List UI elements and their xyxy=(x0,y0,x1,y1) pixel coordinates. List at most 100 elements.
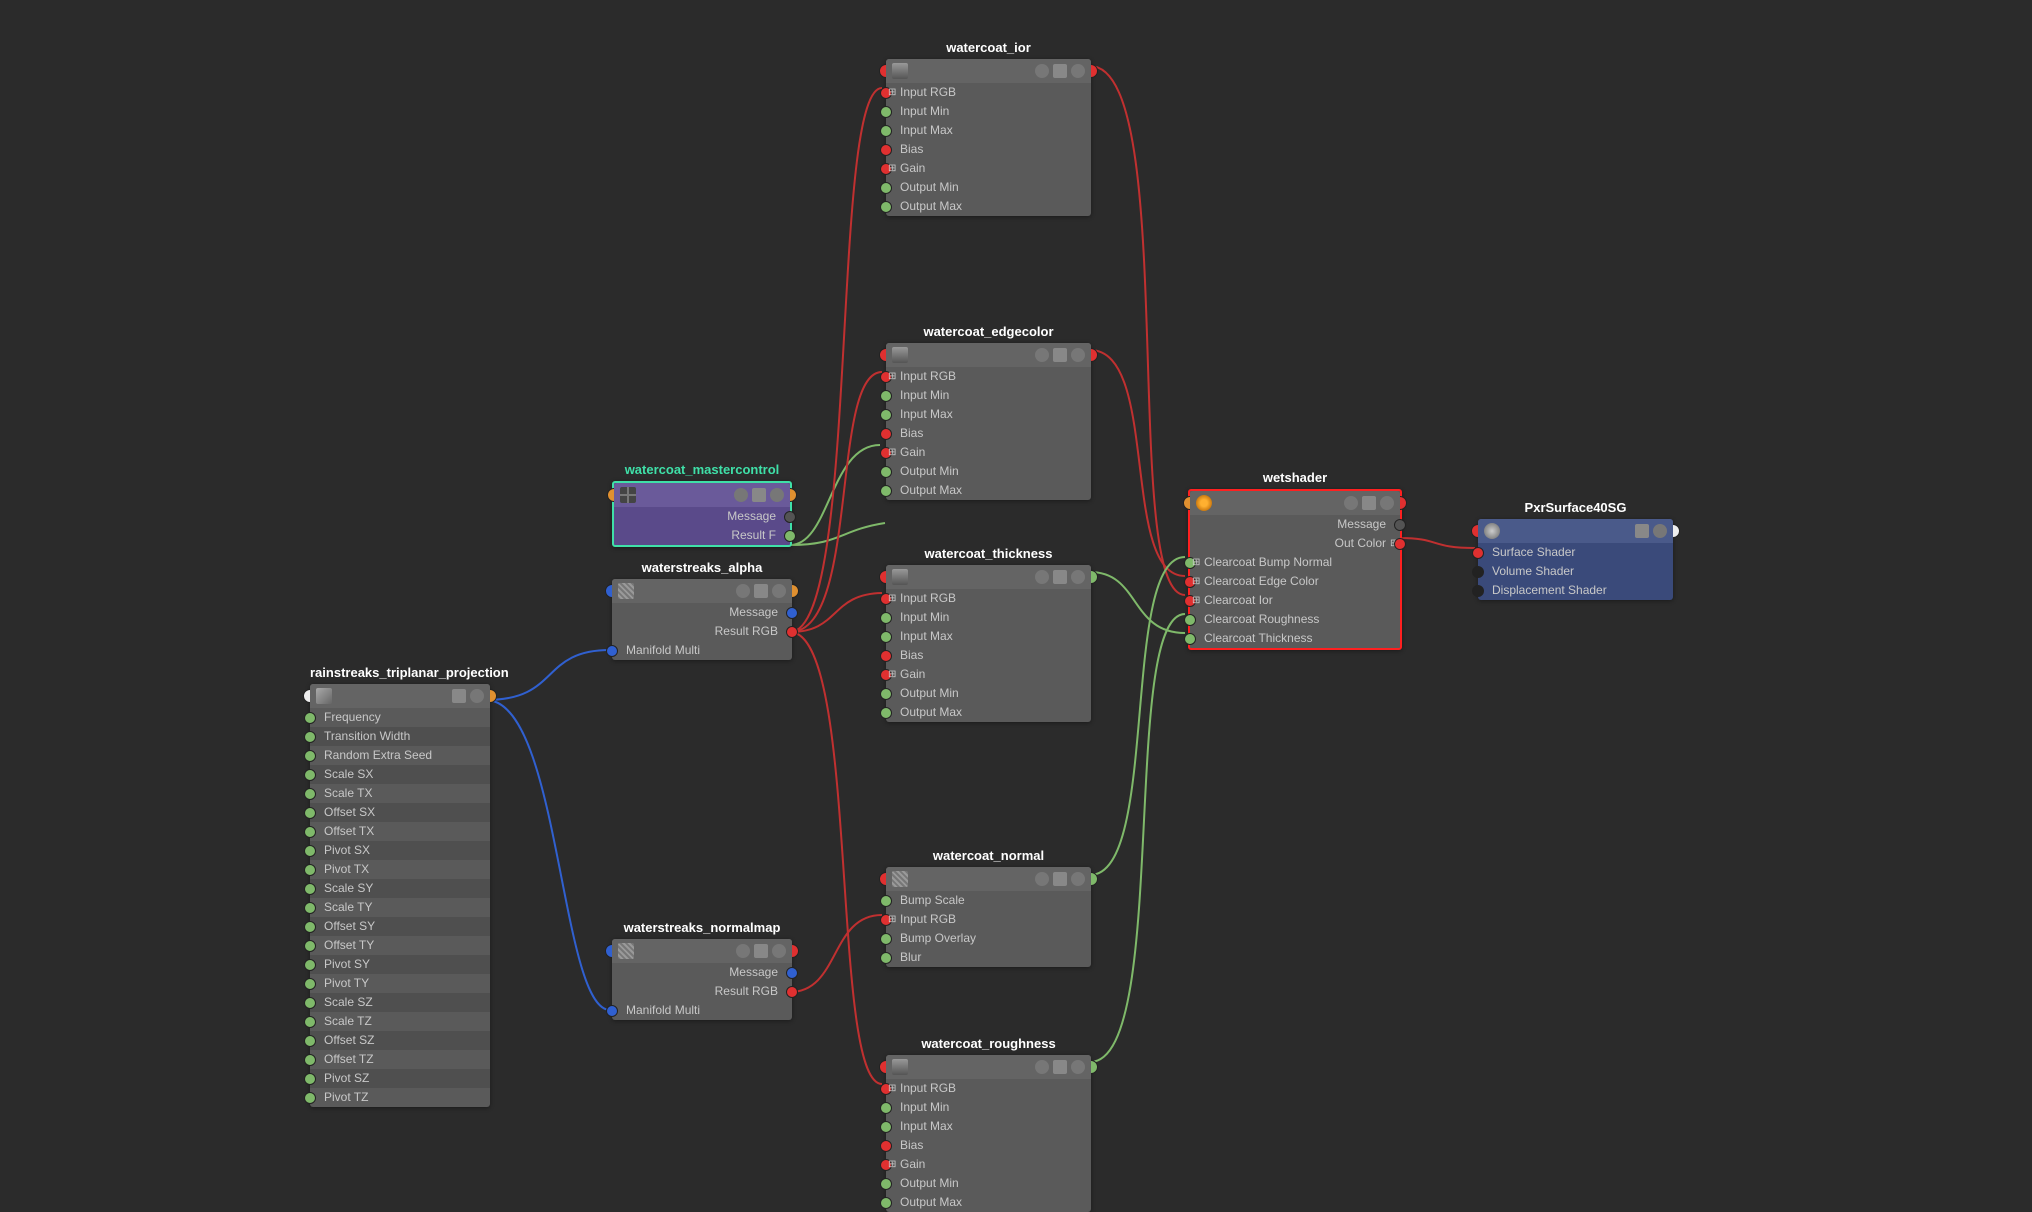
param-pivot-sz: Pivot SZ xyxy=(310,1069,490,1088)
param-gain: ⊞Gain xyxy=(886,665,1091,684)
menu-icon[interactable] xyxy=(1053,348,1067,362)
node-header[interactable] xyxy=(612,579,792,603)
param-pivot-tz: Pivot TZ xyxy=(310,1088,490,1107)
param-output-min: Output Min xyxy=(886,1174,1091,1193)
node-waterstreaks-alpha[interactable]: waterstreaks_alpha Message Result RGB Ma… xyxy=(612,560,792,660)
remap-icon xyxy=(892,569,908,585)
node-title: watercoat_mastercontrol xyxy=(612,462,792,477)
collapse-icon[interactable] xyxy=(1071,1060,1085,1074)
s-icon[interactable] xyxy=(736,584,750,598)
collapse-icon[interactable] xyxy=(1071,872,1085,886)
menu-icon[interactable] xyxy=(452,689,466,703)
param-offset-tz: Offset TZ xyxy=(310,1050,490,1069)
s-icon[interactable] xyxy=(734,488,748,502)
param-bias: Bias xyxy=(886,646,1091,665)
node-wetshader[interactable]: wetshader Message Out Color⊞ ⊞Clearcoat … xyxy=(1188,470,1402,650)
node-watercoat-edgecolor[interactable]: watercoat_edgecolor ⊞Input RGBInput MinI… xyxy=(886,324,1091,500)
menu-icon[interactable] xyxy=(752,488,766,502)
collapse-icon[interactable] xyxy=(470,689,484,703)
param-output-min: Output Min xyxy=(886,462,1091,481)
collapse-icon[interactable] xyxy=(772,944,786,958)
texture-icon xyxy=(618,943,634,959)
param-pivot-ty: Pivot TY xyxy=(310,974,490,993)
menu-icon[interactable] xyxy=(754,584,768,598)
param-scale-ty: Scale TY xyxy=(310,898,490,917)
param-blur: Blur xyxy=(886,948,1091,967)
node-title: waterstreaks_normalmap xyxy=(612,920,792,935)
param-output-min: Output Min xyxy=(886,684,1091,703)
param-output-max: Output Max xyxy=(886,197,1091,216)
node-title: watercoat_roughness xyxy=(886,1036,1091,1051)
collapse-icon[interactable] xyxy=(772,584,786,598)
menu-icon[interactable] xyxy=(754,944,768,958)
node-watercoat-ior[interactable]: watercoat_ior ⊞Input RGBInput MinInput M… xyxy=(886,40,1091,216)
node-title: waterstreaks_alpha xyxy=(612,560,792,575)
param-frequency: Frequency xyxy=(310,708,490,727)
menu-icon[interactable] xyxy=(1635,524,1649,538)
node-header[interactable] xyxy=(612,939,792,963)
param-offset-tx: Offset TX xyxy=(310,822,490,841)
s-icon[interactable] xyxy=(1035,570,1049,584)
star-icon xyxy=(1196,495,1212,511)
collapse-icon[interactable] xyxy=(1071,570,1085,584)
node-watercoat-normal[interactable]: watercoat_normal Bump Scale ⊞Input RGB B… xyxy=(886,848,1091,967)
node-header[interactable] xyxy=(886,343,1091,367)
param-scale-tx: Scale TX xyxy=(310,784,490,803)
param-input-max: Input Max xyxy=(886,627,1091,646)
s-icon[interactable] xyxy=(1035,64,1049,78)
node-watercoat-roughness[interactable]: watercoat_roughness ⊞Input RGBInput MinI… xyxy=(886,1036,1091,1212)
menu-icon[interactable] xyxy=(1053,1060,1067,1074)
input-manifold-multi: Manifold Multi xyxy=(612,1001,792,1020)
menu-icon[interactable] xyxy=(1053,872,1067,886)
input-volume-shader: Volume Shader xyxy=(1478,562,1673,581)
node-rainstreaks-triplanar-projection[interactable]: rainstreaks_triplanar_projection Frequen… xyxy=(310,665,490,1107)
s-icon[interactable] xyxy=(1344,496,1358,510)
param-offset-sx: Offset SX xyxy=(310,803,490,822)
node-header[interactable] xyxy=(1478,519,1673,543)
param-input-min: Input Min xyxy=(886,608,1091,627)
input-cc-roughness: Clearcoat Roughness xyxy=(1190,610,1400,629)
node-header[interactable] xyxy=(1190,491,1400,515)
param-bias: Bias xyxy=(886,140,1091,159)
remap-icon xyxy=(892,1059,908,1075)
cube-icon xyxy=(316,688,332,704)
param-pivot-tx: Pivot TX xyxy=(310,860,490,879)
node-header[interactable] xyxy=(310,684,490,708)
sg-icon xyxy=(1484,523,1500,539)
collapse-icon[interactable] xyxy=(1071,348,1085,362)
collapse-icon[interactable] xyxy=(1380,496,1394,510)
node-watercoat-thickness[interactable]: watercoat_thickness ⊞Input RGBInput MinI… xyxy=(886,546,1091,722)
node-title: PxrSurface40SG xyxy=(1478,500,1673,515)
node-waterstreaks-normalmap[interactable]: waterstreaks_normalmap Message Result RG… xyxy=(612,920,792,1020)
node-header[interactable] xyxy=(886,1055,1091,1079)
node-header[interactable] xyxy=(886,867,1091,891)
menu-icon[interactable] xyxy=(1053,64,1067,78)
s-icon[interactable] xyxy=(736,944,750,958)
output-result-rgb: Result RGB xyxy=(612,622,792,641)
s-icon[interactable] xyxy=(1035,1060,1049,1074)
output-message: Message xyxy=(614,507,790,526)
collapse-icon[interactable] xyxy=(770,488,784,502)
param-output-min: Output Min xyxy=(886,178,1091,197)
menu-icon[interactable] xyxy=(1053,570,1067,584)
param-gain: ⊞Gain xyxy=(886,443,1091,462)
node-header[interactable] xyxy=(886,565,1091,589)
node-header[interactable] xyxy=(614,483,790,507)
node-title: watercoat_thickness xyxy=(886,546,1091,561)
collapse-icon[interactable] xyxy=(1071,64,1085,78)
menu-icon[interactable] xyxy=(1362,496,1376,510)
param-scale-sx: Scale SX xyxy=(310,765,490,784)
input-surface-shader: Surface Shader xyxy=(1478,543,1673,562)
param-input-rgb: ⊞Input RGB xyxy=(886,1079,1091,1098)
param-pivot-sy: Pivot SY xyxy=(310,955,490,974)
node-header[interactable] xyxy=(886,59,1091,83)
input-cc-bump-normal: ⊞Clearcoat Bump Normal xyxy=(1190,553,1400,572)
s-icon[interactable] xyxy=(1035,872,1049,886)
node-title: wetshader xyxy=(1188,470,1402,485)
node-watercoat-mastercontrol[interactable]: watercoat_mastercontrol Message Result F xyxy=(612,462,792,547)
param-bias: Bias xyxy=(886,424,1091,443)
input-displacement-shader: Displacement Shader xyxy=(1478,581,1673,600)
node-pxrsurface40sg[interactable]: PxrSurface40SG Surface Shader Volume Sha… xyxy=(1478,500,1673,600)
collapse-icon[interactable] xyxy=(1653,524,1667,538)
s-icon[interactable] xyxy=(1035,348,1049,362)
